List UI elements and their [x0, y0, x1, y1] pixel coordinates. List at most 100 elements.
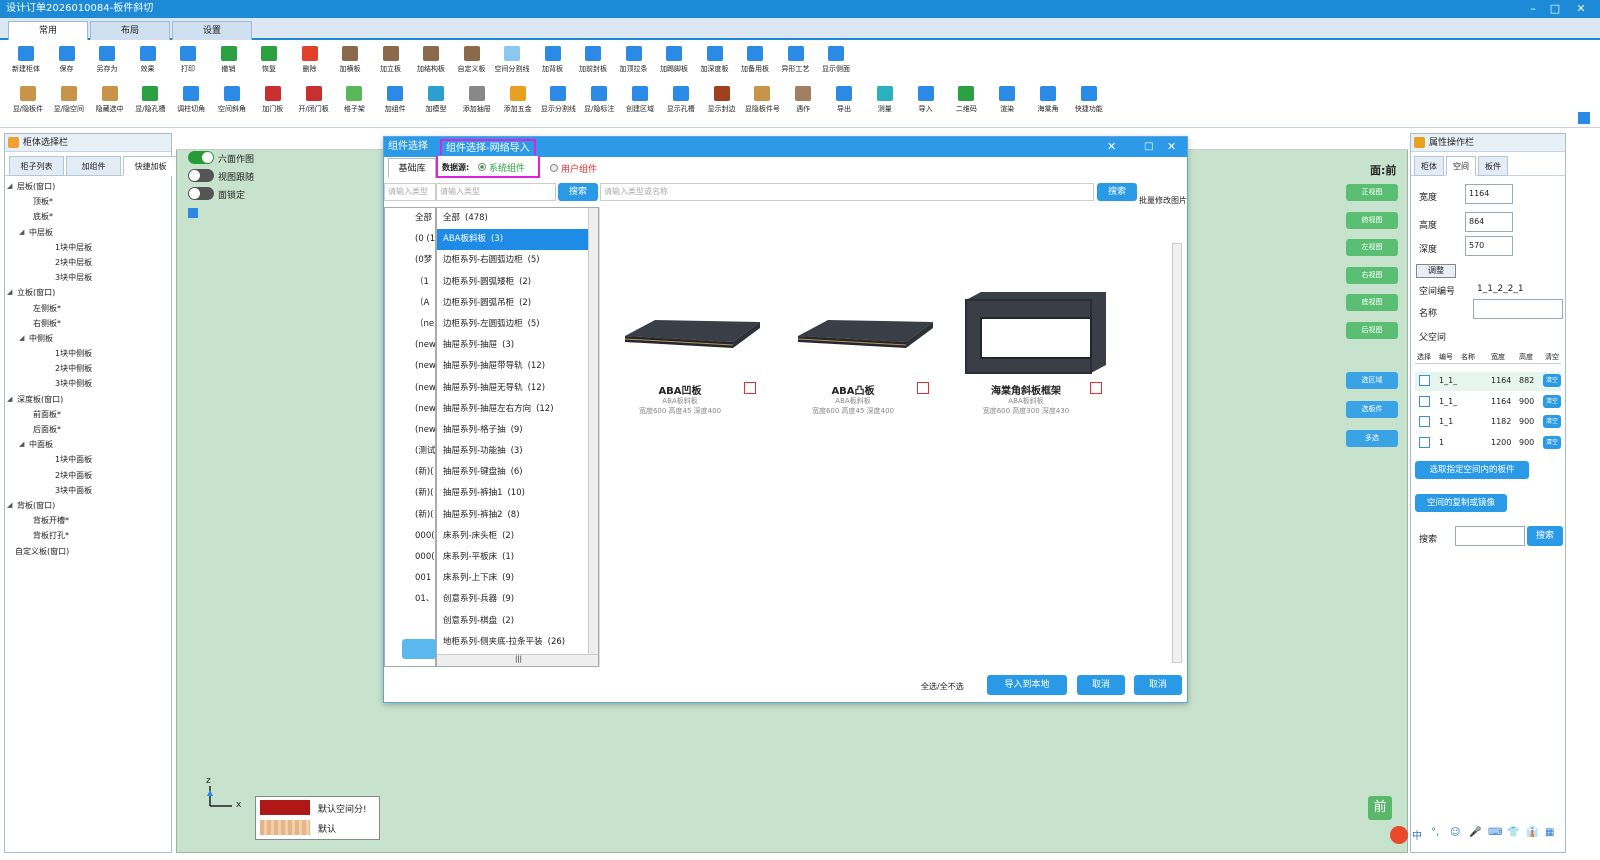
toolbar-button[interactable]: 显示孔槽: [661, 86, 701, 114]
sogou-icon[interactable]: [1390, 826, 1408, 844]
tab-layout[interactable]: 布局: [90, 21, 170, 40]
select-mode-button[interactable]: 选区域: [1346, 372, 1398, 389]
tree-node[interactable]: 右侧板*: [5, 316, 171, 331]
toolbar-button[interactable]: 撤销: [209, 46, 249, 74]
view-button[interactable]: 右视图: [1346, 266, 1398, 284]
toolbar-button[interactable]: 加结构板: [411, 46, 451, 74]
tree-node[interactable]: 顶板*: [5, 194, 171, 209]
grid-menu-icon[interactable]: [1578, 112, 1590, 124]
view-button[interactable]: 左视图: [1346, 239, 1398, 256]
toolbar-button[interactable]: 开/闭门板: [294, 86, 334, 114]
toolbar-button[interactable]: 加前封板: [573, 46, 613, 74]
toggle-face-lock[interactable]: 面锁定: [188, 187, 278, 201]
toolbar-button[interactable]: 加模型: [416, 86, 456, 114]
tree-node[interactable]: 1块中层板: [5, 240, 171, 255]
row-checkbox[interactable]: [1419, 395, 1430, 407]
toolbar-button[interactable]: 空间斜角: [212, 86, 252, 114]
tree-node[interactable]: ◢ 中层板: [5, 225, 171, 240]
toolbar-button[interactable]: 显/隐空间: [49, 86, 89, 114]
name-field[interactable]: [1473, 299, 1563, 319]
category-item[interactable]: 创意系列-兵器 (9): [437, 589, 598, 610]
property-search-input[interactable]: [1455, 526, 1525, 546]
category-item[interactable]: 边柜系列-左圆弧边柜 (5): [437, 314, 598, 335]
tree-node[interactable]: 自定义板(窗口): [5, 544, 171, 559]
toolbar-button[interactable]: 显/隐板件: [8, 86, 48, 114]
tree-node[interactable]: 3块中面板: [5, 483, 171, 498]
row-clear-button[interactable]: 清空: [1543, 415, 1561, 428]
category-item[interactable]: 抽屉系列-裤抽1 (10): [437, 483, 598, 504]
category-item[interactable]: 床系列-床头柜 (2): [437, 526, 598, 547]
close-window-button[interactable]: ✕: [1570, 0, 1592, 18]
space-grid-row[interactable]: 1_1 1182 900 清空: [1415, 413, 1561, 432]
bg-tree-node[interactable]: 000(: [385, 526, 435, 547]
bg-tree-node[interactable]: 000(: [385, 547, 435, 568]
view-button[interactable]: 底视图: [1346, 294, 1398, 311]
toolbar-button[interactable]: 加组件: [375, 86, 415, 114]
tree-node[interactable]: 后面板*: [5, 422, 171, 437]
expand-toggle-icon[interactable]: ◢: [7, 498, 12, 513]
row-checkbox[interactable]: [1419, 416, 1430, 427]
tray-icon[interactable]: 👔: [1526, 827, 1538, 838]
dialog-close-icon-1[interactable]: ✕: [1107, 137, 1116, 157]
toolbar-button[interactable]: 删除: [290, 46, 330, 74]
toolbar-button[interactable]: 打印: [168, 46, 208, 74]
toolbar-button[interactable]: 快捷功能: [1069, 86, 1109, 114]
bg-tree-node[interactable]: (new: [385, 399, 435, 420]
toolbar-button[interactable]: 空间分割线: [492, 46, 532, 74]
tree-node[interactable]: 1块中侧板: [5, 346, 171, 361]
bg-tree-node[interactable]: （ne: [385, 314, 435, 335]
bg-tree-node[interactable]: (测试: [385, 441, 435, 462]
radio-system-icon[interactable]: [478, 163, 486, 171]
toolbar-button[interactable]: 加背板: [533, 46, 573, 74]
toolbar-button[interactable]: 导入: [906, 86, 946, 114]
grid-vscrollbar[interactable]: [1172, 243, 1182, 663]
toolbar-button[interactable]: 导出: [824, 86, 864, 114]
layout-grid-icon[interactable]: [188, 208, 198, 218]
toolbar-button[interactable]: 加横板: [330, 46, 370, 74]
height-field[interactable]: 864: [1465, 212, 1513, 232]
toggle-view-follow[interactable]: 视图跟随: [188, 169, 278, 183]
toolbar-button[interactable]: 加深度板: [695, 46, 735, 74]
toolbar-button[interactable]: 渲染: [987, 86, 1027, 114]
category-item[interactable]: 创意系列-棋盘 (2): [437, 611, 598, 632]
expand-toggle-icon[interactable]: ◢: [19, 331, 24, 346]
toolbar-button[interactable]: 恢复: [249, 46, 289, 74]
tab-network-import[interactable]: 组件选择-网络导入: [440, 139, 536, 155]
select-mode-button[interactable]: 选板件: [1346, 401, 1398, 418]
category-item[interactable]: 抽屉系列-抽屉带导轨 (12): [437, 356, 598, 377]
category-item[interactable]: 边柜系列-圆弧矮柜 (2): [437, 272, 598, 293]
toolbar-button[interactable]: 异形工艺: [776, 46, 816, 74]
toggle-six-face[interactable]: 六面作图: [188, 151, 278, 165]
component-card[interactable]: ABA凹板 ABA板斜板 宽度600 高度45 深度400: [600, 290, 760, 420]
space-grid-row[interactable]: 1_1_ 1164 882 清空: [1415, 372, 1561, 391]
toolbar-button[interactable]: 另存为: [87, 46, 127, 74]
tab-common[interactable]: 常用: [8, 21, 88, 40]
category-vscrollbar[interactable]: [588, 208, 598, 656]
row-checkbox[interactable]: [1419, 375, 1430, 386]
toolbar-button[interactable]: 隐藏选中: [90, 86, 130, 114]
import-local-button[interactable]: 导入到本地: [987, 675, 1067, 695]
toolbar-button[interactable]: 显示封边: [702, 86, 742, 114]
row-clear-button[interactable]: 清空: [1543, 435, 1561, 449]
tree-node[interactable]: ◢ 中侧板: [5, 331, 171, 346]
dialog-close-icon[interactable]: ✕: [1167, 137, 1176, 157]
tab-cabinet-list[interactable]: 柜子列表: [9, 156, 64, 176]
toolbar-button[interactable]: 显/隐标注: [579, 86, 619, 114]
bg-tree-node[interactable]: （A: [385, 293, 435, 314]
tab-add-component[interactable]: 加组件: [66, 156, 121, 176]
row-checkbox[interactable]: [1419, 436, 1430, 448]
tree-node[interactable]: ◢ 层板(窗口): [5, 179, 171, 194]
batch-modify-image-link[interactable]: 批量修改图片: [1139, 195, 1187, 206]
minimize-button[interactable]: –: [1522, 0, 1544, 18]
toolbar-button[interactable]: 格子架: [334, 86, 374, 114]
category-hscrollbar[interactable]: |||: [437, 654, 598, 666]
tree-node[interactable]: 左侧板*: [5, 301, 171, 316]
copy-mirror-space-button[interactable]: 空间的复制或镜像: [1415, 494, 1507, 512]
toolbar-button[interactable]: 添加抽屉: [457, 86, 497, 114]
space-grid-row[interactable]: 1 1200 900 清空: [1415, 433, 1561, 453]
expand-toggle-icon[interactable]: ◢: [19, 437, 24, 452]
bg-tree-node[interactable]: (新)(: [385, 483, 435, 504]
bg-tree-node[interactable]: (新)(: [385, 505, 435, 526]
space-grid-row[interactable]: 1_1_ 1164 900 清空: [1415, 392, 1561, 412]
tray-icon[interactable]: 🎤: [1469, 827, 1481, 838]
